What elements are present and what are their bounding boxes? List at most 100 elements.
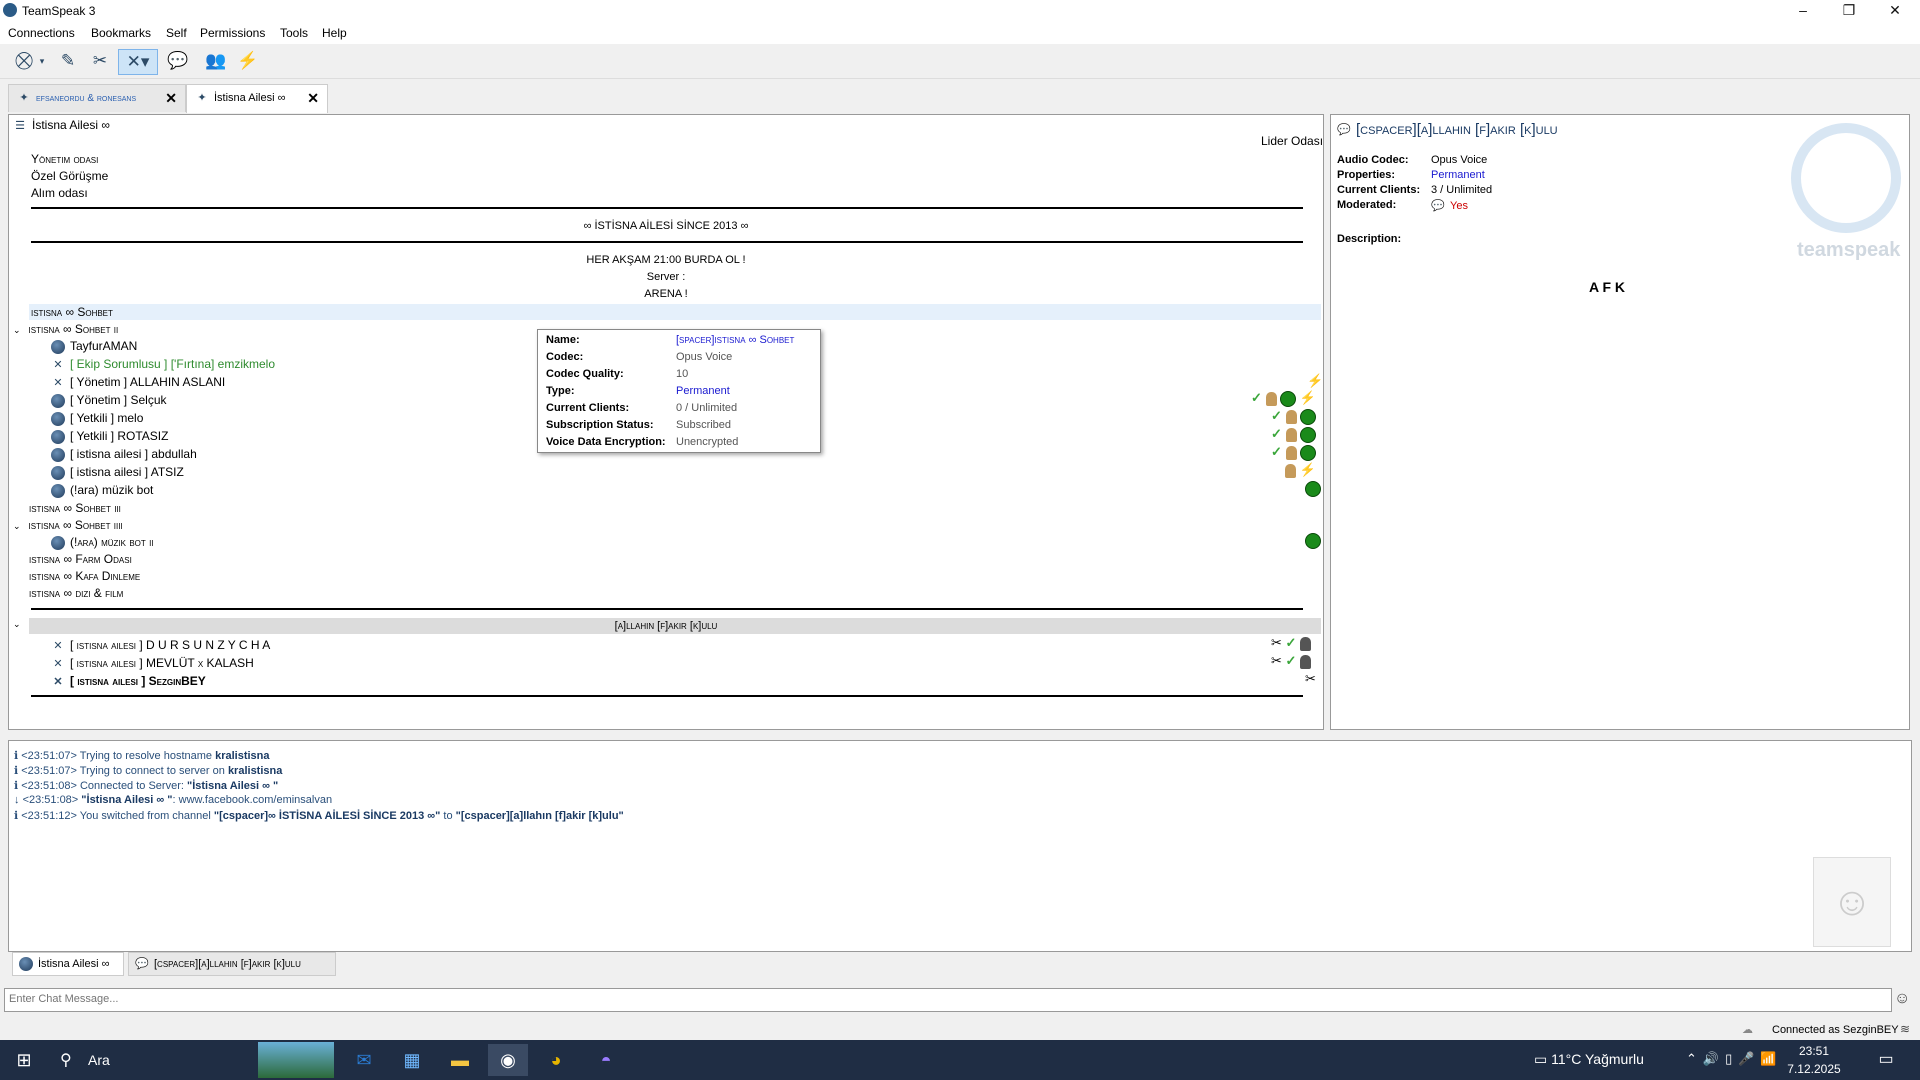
client-row[interactable]: ✕[ istisna ailesi ] MEVLÜT x KALASH bbox=[51, 656, 253, 671]
connection-status: Connected as SezginBEY bbox=[1772, 1024, 1899, 1036]
client-row[interactable]: [ istisna ailesi ] abdullah bbox=[51, 447, 197, 462]
channel-yonetim[interactable]: Yönetim odası bbox=[31, 152, 98, 166]
client-row[interactable]: [ Yetkili ] melo bbox=[51, 411, 143, 426]
client-row[interactable]: ✕[ Ekip Sorumlusu ] ['Fırtına] emzikmelo bbox=[51, 357, 275, 372]
check-icon: ✓ bbox=[1271, 408, 1282, 423]
client-badges: ✓ bbox=[1271, 426, 1317, 443]
tab-efsaneordu[interactable]: ✦ efsaneordu & ronesans ✕ bbox=[8, 84, 186, 112]
close-tab-icon[interactable]: ✕ bbox=[307, 85, 319, 112]
avatar bbox=[1285, 427, 1297, 442]
server-log[interactable]: ℹ <23:51:07> Trying to resolve hostname … bbox=[8, 740, 1912, 952]
log-line: ℹ <23:51:08> Connected to Server: "İstis… bbox=[14, 780, 279, 792]
channel-icon: 💬 bbox=[135, 958, 149, 971]
menu-connections[interactable]: Connections bbox=[8, 26, 75, 40]
client-badges: ✓ ⚡ bbox=[1251, 390, 1316, 407]
mute-speakers-icon[interactable]: ✕▾ bbox=[118, 49, 158, 75]
client-row[interactable]: ✕[ Yönetim ] ALLAHIN ASLANI bbox=[51, 375, 225, 390]
client-row[interactable]: TayfurAMAN bbox=[51, 339, 137, 354]
windows-start-icon[interactable]: ⊞ bbox=[4, 1044, 44, 1076]
muted-speaker-icon: ✕ bbox=[53, 657, 63, 670]
avatar bbox=[1285, 409, 1297, 424]
tab-istisna-ailesi[interactable]: ✦ İstisna Ailesi ∞ ✕ bbox=[186, 84, 328, 113]
windows-taskbar: ⊞ ⚲ Ara ✉ ▦ ▬ ◉ ◕ ◓ ▭ 11°C Yağmurlu ⌃🔊▯🎤… bbox=[0, 1040, 1920, 1080]
notifications-icon[interactable]: ▭ bbox=[1866, 1044, 1906, 1076]
channel-lider-odasi[interactable]: Lider Odası bbox=[1261, 134, 1323, 148]
tab-server-chat[interactable]: İstisna Ailesi ∞ bbox=[12, 952, 124, 976]
title-bar: TeamSpeak 3 – ❐ ✕ bbox=[0, 0, 1920, 22]
client-row[interactable]: [ Yetkili ] ROTASIZ bbox=[51, 429, 168, 444]
expand-chevron-icon[interactable]: ⌄ bbox=[13, 325, 21, 335]
spacer-line bbox=[31, 608, 1303, 610]
check-icon: ✓ bbox=[1271, 426, 1282, 441]
outlook-icon[interactable]: ✉ bbox=[344, 1044, 384, 1076]
description-text: A F K bbox=[1589, 279, 1626, 295]
subscribe-icon[interactable]: 💬 bbox=[166, 49, 190, 73]
channel-sohbet-iiii[interactable]: ⌄ istisna ∞ Sohbet iiii bbox=[13, 518, 123, 532]
maximize-button[interactable]: ❐ bbox=[1826, 0, 1872, 22]
chat-input[interactable] bbox=[5, 989, 1891, 1009]
channel-sohbet-ii[interactable]: ⌄ istisna ∞ Sohbet ii bbox=[13, 322, 118, 336]
channel-alim[interactable]: Alım odası bbox=[31, 186, 88, 200]
menu-help[interactable]: Help bbox=[322, 26, 347, 40]
close-tab-icon[interactable]: ✕ bbox=[165, 85, 177, 112]
client-row[interactable]: [ Yönetim ] Selçuk bbox=[51, 393, 167, 408]
file-explorer-icon[interactable]: ▬ bbox=[440, 1044, 480, 1076]
search-highlight-image bbox=[258, 1042, 334, 1078]
search-icon: ⚲ bbox=[60, 1052, 72, 1069]
away-icon[interactable]: ✎ bbox=[56, 49, 80, 73]
contacts-icon[interactable]: 👥 bbox=[204, 49, 228, 73]
weather-widget[interactable]: ▭ 11°C Yağmurlu bbox=[1534, 1051, 1644, 1068]
channel-sohbet-iii[interactable]: istisna ∞ Sohbet iii bbox=[29, 501, 121, 515]
connect-dropdown-icon[interactable]: ▾ bbox=[36, 49, 48, 73]
clock-date[interactable]: 7.12.2025 bbox=[1780, 1062, 1848, 1076]
menu-bar: Connections Bookmarks Self Permissions T… bbox=[0, 22, 1920, 44]
mute-microphone-icon[interactable]: ✂ bbox=[88, 49, 112, 73]
channel-kafa-dinleme[interactable]: istisna ∞ Kafa Dinleme bbox=[29, 569, 140, 583]
check-icon: ✓ bbox=[1251, 390, 1262, 405]
menu-self[interactable]: Self bbox=[166, 26, 187, 40]
avatar bbox=[1285, 463, 1296, 478]
client-badges: ✓ bbox=[1271, 408, 1317, 425]
server-root[interactable]: ☰ İstisna Ailesi ∞ bbox=[13, 118, 110, 133]
moderated-icon: 💬 bbox=[1431, 200, 1445, 212]
client-row[interactable]: (!ara) müzik bot bbox=[51, 483, 153, 498]
avatar bbox=[1285, 445, 1297, 460]
client-row[interactable]: ✕[ istisna ailesi ] D U R S U N Z Y C H … bbox=[51, 638, 270, 653]
menu-bookmarks[interactable]: Bookmarks bbox=[91, 26, 151, 40]
client-badges: ✂ ✓ bbox=[1271, 635, 1312, 651]
music-icon bbox=[1305, 532, 1321, 549]
store-icon[interactable]: ▦ bbox=[392, 1044, 432, 1076]
watermark: teamspeak bbox=[1797, 239, 1901, 261]
client-row[interactable]: (!ara) müzik bot ii bbox=[51, 535, 154, 550]
close-button[interactable]: ✕ bbox=[1872, 0, 1918, 22]
client-row-self[interactable]: ✕[ istisna ailesi ] SezginBEY bbox=[51, 674, 205, 689]
channel-dizi-film[interactable]: istisna ∞ dizi & film bbox=[29, 586, 123, 600]
music-icon bbox=[1280, 390, 1297, 407]
discord-icon[interactable]: ◓ bbox=[586, 1044, 626, 1076]
emoji-icon[interactable]: ☺ bbox=[1894, 990, 1910, 1008]
connect-icon[interactable]: ⛒ bbox=[12, 49, 36, 73]
channel-sohbet[interactable]: istisna ∞ Sohbet bbox=[29, 304, 1321, 320]
chrome-icon[interactable]: ◕ bbox=[536, 1044, 576, 1076]
channel-farm[interactable]: istisna ∞ Farm Odası bbox=[29, 552, 132, 566]
info-panel: 💬 [cspacer][a]llahın [f]akir [k]ulu teams… bbox=[1330, 114, 1910, 730]
client-row[interactable]: [ istisna ailesi ] ATSIZ bbox=[51, 465, 184, 480]
spacer-title[interactable]: ∞ İSTİSNA AİLESİ SİNCE 2013 ∞ bbox=[9, 220, 1323, 232]
channel-ozel-gorusme[interactable]: Özel Görüşme bbox=[31, 169, 108, 183]
client-badges: ✂ ✓ bbox=[1271, 653, 1312, 669]
log-line: ℹ <23:51:07> Trying to connect to server… bbox=[14, 765, 283, 777]
clock-time[interactable]: 23:51 bbox=[1784, 1044, 1844, 1058]
menu-tools[interactable]: Tools bbox=[280, 26, 308, 40]
chat-input-box[interactable] bbox=[4, 988, 1892, 1012]
teamspeak-taskbar-icon[interactable]: ◉ bbox=[488, 1044, 528, 1076]
privilege-key-icon[interactable]: ⚡ bbox=[236, 49, 260, 73]
client-badges: ✓ bbox=[1271, 444, 1317, 461]
tab-channel-chat[interactable]: 💬 [cspacer][a]llahın [f]akir [k]ulu bbox=[128, 952, 336, 976]
menu-permissions[interactable]: Permissions bbox=[200, 26, 265, 40]
teamspeak-logo-icon bbox=[1791, 123, 1901, 233]
expand-chevron-icon[interactable]: ⌄ bbox=[13, 521, 21, 531]
group-icon: ⚡ bbox=[1307, 373, 1324, 388]
minimize-button[interactable]: – bbox=[1780, 0, 1826, 22]
taskbar-search[interactable]: ⚲ Ara bbox=[48, 1040, 258, 1080]
tray-icons[interactable]: ⌃🔊▯🎤📶 bbox=[1686, 1051, 1783, 1067]
